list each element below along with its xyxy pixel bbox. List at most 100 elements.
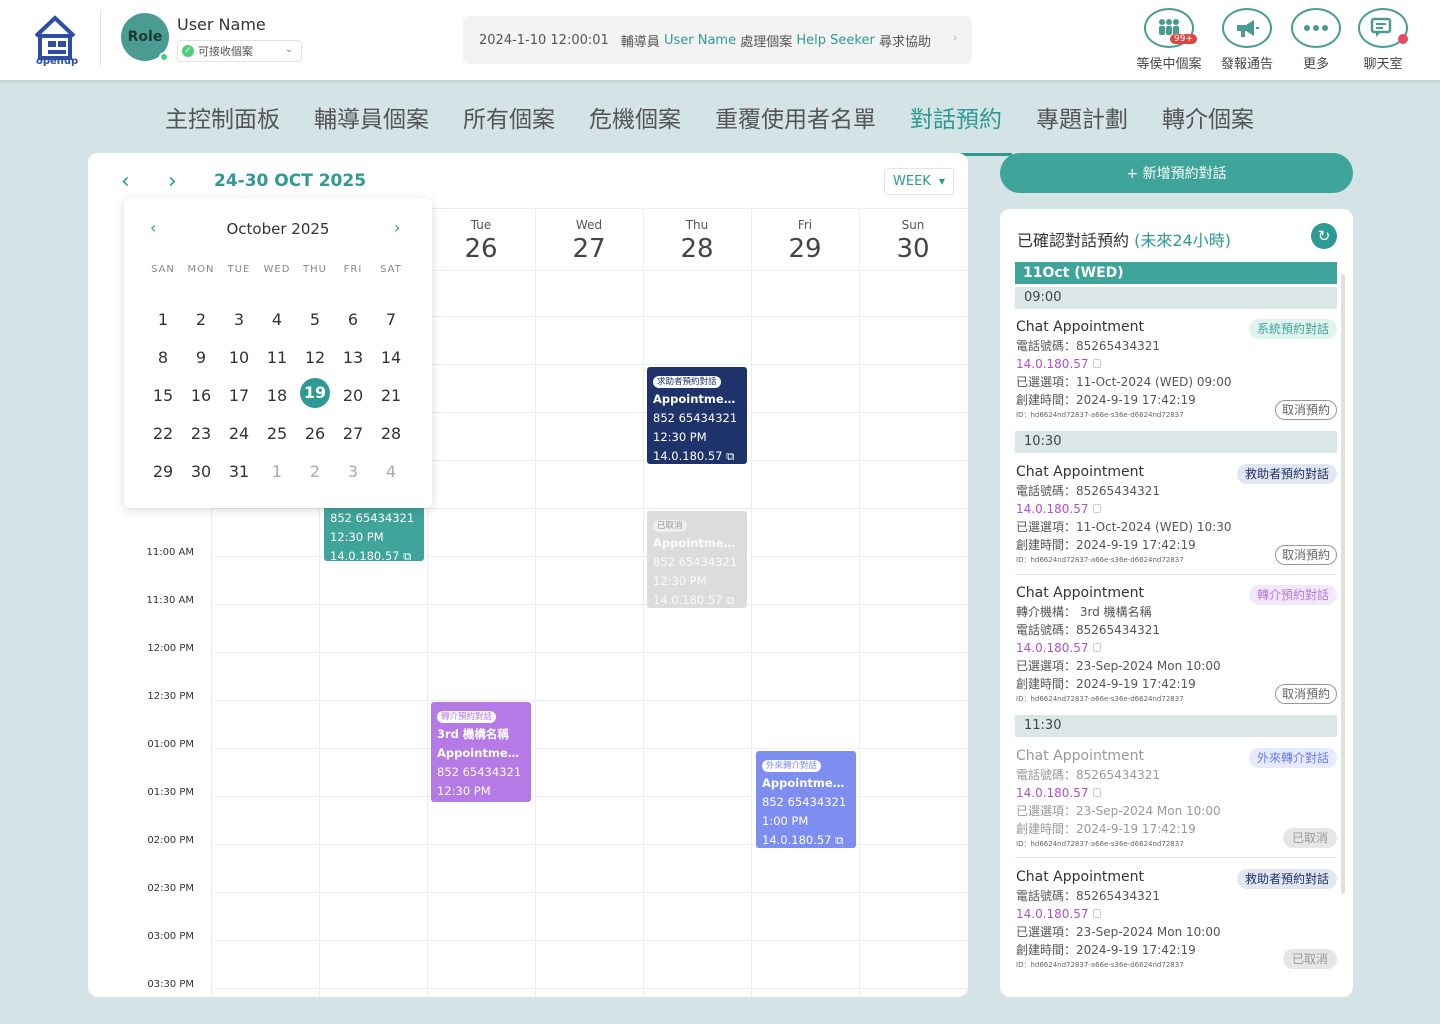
day-cell[interactable]: 13: [334, 343, 372, 373]
day-cell-selected[interactable]: 19: [296, 378, 334, 408]
day-cell[interactable]: 30: [182, 457, 220, 487]
day-cell[interactable]: 12: [296, 343, 334, 373]
view-select[interactable]: WEEK ▼: [884, 168, 954, 195]
cancel-appointment-button[interactable]: 取消預約: [1274, 545, 1337, 565]
day-cell[interactable]: 2: [182, 305, 220, 335]
day-cell-next-month[interactable]: 4: [372, 457, 410, 487]
day-cell[interactable]: 1: [144, 305, 182, 335]
appointment-card[interactable]: Chat Appointment 系統預約對話 電話號碼：85265434321…: [1016, 317, 1338, 421]
notice-seeker: Help Seeker: [796, 32, 875, 48]
copy-icon[interactable]: ⧉: [835, 833, 843, 847]
event-cancelled[interactable]: 已取消 Appointment... 852 65434321 12:30 PM…: [647, 511, 747, 608]
tab-appointments[interactable]: 對話預約: [900, 100, 1012, 156]
tab-repeat-users[interactable]: 重覆使用者名單: [715, 100, 876, 144]
day-cell[interactable]: 22: [144, 419, 182, 449]
status-select[interactable]: ✓ 可接收個案 ⌄: [177, 40, 302, 62]
day-cell[interactable]: 14: [372, 343, 410, 373]
day-cell[interactable]: 6: [334, 305, 372, 335]
day-cell[interactable]: 28: [372, 419, 410, 449]
copy-icon[interactable]: [1092, 643, 1101, 652]
appointment-selected: 已選選項：11-Oct-2024 (WED) 09:00: [1016, 375, 1232, 389]
day-cell[interactable]: 16: [182, 381, 220, 411]
day-cell[interactable]: 11: [258, 343, 296, 373]
day-header[interactable]: Sun 30: [859, 218, 967, 264]
day-cell[interactable]: 5: [296, 305, 334, 335]
appointment-card[interactable]: Chat Appointment 救助者預約對話 電話號碼：8526543432…: [1016, 867, 1338, 971]
event-teal[interactable]: 852 65434321 12:30 PM 14.0.180.57 ⧉: [324, 505, 424, 561]
day-header[interactable]: Fri 29: [751, 218, 859, 264]
day-cell[interactable]: 31: [220, 457, 258, 487]
online-indicator: [159, 52, 169, 62]
copy-icon[interactable]: [1092, 909, 1101, 918]
time-band: 11:30: [1015, 715, 1337, 737]
event-referral[interactable]: 轉介預約對話 3rd 機構名稱 Appointment... 852 65434…: [431, 702, 531, 802]
day-cell[interactable]: 3: [220, 305, 258, 335]
day-cell[interactable]: 25: [258, 419, 296, 449]
day-cell[interactable]: 21: [372, 381, 410, 411]
tab-counselor-cases[interactable]: 輔導員個案: [314, 100, 429, 144]
chevron-down-icon: ⌄: [284, 44, 293, 55]
next-month-button[interactable]: ›: [394, 218, 400, 237]
grid-line: [211, 892, 968, 893]
next-week-button[interactable]: ›: [168, 169, 177, 194]
appointment-card[interactable]: Chat Appointment 外來轉介對話 電話號碼：85265434321…: [1016, 746, 1338, 850]
appointment-phone: 電話號碼：85265434321: [1016, 623, 1160, 637]
refresh-icon[interactable]: ↻: [1311, 223, 1337, 249]
copy-icon[interactable]: ⧉: [726, 593, 734, 607]
type-badge: 系統預約對話: [1248, 319, 1337, 339]
cancel-appointment-button[interactable]: 取消預約: [1274, 684, 1337, 704]
day-cell[interactable]: 8: [144, 343, 182, 373]
announce-button[interactable]: 發報通告: [1212, 8, 1282, 72]
notice-counselor: User Name: [663, 32, 737, 48]
prev-week-button[interactable]: ‹: [121, 169, 130, 194]
copy-icon[interactable]: [1092, 359, 1101, 368]
day-cell-next-month[interactable]: 2: [296, 457, 334, 487]
chatroom-button[interactable]: 聊天室: [1348, 8, 1418, 72]
tab-crisis-cases[interactable]: 危機個案: [589, 100, 681, 144]
day-header[interactable]: Thu 28: [643, 218, 751, 264]
weekday-label: TUE: [227, 264, 251, 275]
copy-icon[interactable]: ⧉: [403, 549, 411, 561]
copy-icon[interactable]: ⧉: [726, 449, 734, 463]
notification-banner[interactable]: 2024-1-10 12:00:01 輔導員 User Name 處理個案 He…: [463, 16, 972, 64]
appointment-card[interactable]: Chat Appointment 轉介預約對話 轉介機構： 3rd 機構名稱 電…: [1016, 583, 1338, 705]
day-cell[interactable]: 26: [296, 419, 334, 449]
day-cell[interactable]: 10: [220, 343, 258, 373]
day-header[interactable]: Wed 27: [535, 218, 643, 264]
copy-icon[interactable]: [1092, 788, 1101, 797]
event-ip: 14.0.180.57: [653, 593, 723, 607]
scrollbar[interactable]: [1341, 274, 1345, 894]
appointment-card[interactable]: Chat Appointment 救助者預約對話 電話號碼：8526543432…: [1016, 462, 1338, 566]
grid-line: [751, 208, 752, 997]
tab-projects[interactable]: 專題計劃: [1036, 100, 1128, 144]
add-appointment-button[interactable]: + 新增預約對話: [1000, 153, 1353, 193]
copy-icon[interactable]: [1092, 504, 1101, 513]
event-ip: 14.0.180.57: [653, 449, 723, 463]
day-cell-next-month[interactable]: 3: [334, 457, 372, 487]
event-tag: 外來轉介對話: [762, 760, 822, 772]
day-cell[interactable]: 29: [144, 457, 182, 487]
event-time: 1:00 PM: [762, 814, 809, 828]
day-cell[interactable]: 23: [182, 419, 220, 449]
tab-dashboard[interactable]: 主控制面板: [165, 100, 280, 144]
day-cell[interactable]: 24: [220, 419, 258, 449]
tab-referrals[interactable]: 轉介個案: [1162, 100, 1254, 144]
day-cell[interactable]: 15: [144, 381, 182, 411]
day-cell-next-month[interactable]: 1: [258, 457, 296, 487]
event-helpseeker[interactable]: 求助者預約對話 Appointment... 852 65434321 12:3…: [647, 367, 747, 464]
notice-prefix: 輔導員: [620, 34, 660, 50]
day-cell[interactable]: 4: [258, 305, 296, 335]
day-cell[interactable]: 18: [258, 381, 296, 411]
day-cell[interactable]: 27: [334, 419, 372, 449]
day-cell[interactable]: 17: [220, 381, 258, 411]
more-button[interactable]: 更多: [1281, 8, 1351, 72]
day-cell[interactable]: 9: [182, 343, 220, 373]
day-cell[interactable]: 20: [334, 381, 372, 411]
day-cell[interactable]: 7: [372, 305, 410, 335]
tab-all-cases[interactable]: 所有個案: [463, 100, 555, 144]
type-badge: 救助者預約對話: [1236, 464, 1337, 484]
day-header[interactable]: Tue 26: [427, 218, 535, 264]
event-external[interactable]: 外來轉介對話 Appointment... 852 65434321 1:00 …: [756, 751, 856, 848]
cancel-appointment-button[interactable]: 取消預約: [1274, 400, 1337, 420]
waiting-cases-button[interactable]: 99+ 等侯中個案: [1134, 8, 1204, 72]
